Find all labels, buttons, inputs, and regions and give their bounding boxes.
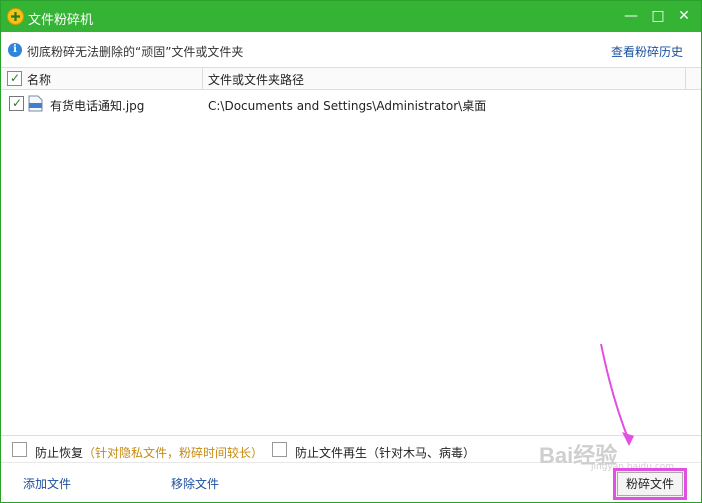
- checkmark-icon: ✓: [10, 71, 21, 85]
- column-divider[interactable]: [202, 68, 203, 89]
- column-divider[interactable]: [685, 68, 686, 89]
- prevent-recovery-checkbox[interactable]: [12, 442, 27, 457]
- title-bar[interactable]: 文件粉碎机 — □ ✕: [1, 1, 701, 32]
- prevent-regen-option[interactable]: 防止文件再生（针对木马、病毒）: [295, 444, 475, 461]
- prevent-regen-label: 防止文件再生: [295, 446, 368, 460]
- info-bar: i 彻底粉碎无法删除的“顽固”文件或文件夹 查看粉碎历史: [1, 32, 701, 67]
- shred-file-button-label: 粉碎文件: [617, 472, 683, 496]
- file-shredder-window: 文件粉碎机 — □ ✕ i 彻底粉碎无法删除的“顽固”文件或文件夹 查看粉碎历史…: [0, 0, 702, 503]
- info-text: 彻底粉碎无法删除的“顽固”文件或文件夹: [27, 45, 244, 59]
- info-icon: i: [8, 43, 22, 57]
- shred-file-button[interactable]: 粉碎文件: [613, 468, 687, 500]
- prevent-regen-note: （针对木马、病毒）: [367, 446, 476, 460]
- select-all-checkbox[interactable]: ✓: [7, 71, 22, 86]
- close-button[interactable]: ✕: [672, 6, 696, 26]
- window-title: 文件粉碎机: [28, 13, 94, 28]
- list-divider: [1, 435, 701, 436]
- file-name: 有货电话通知.jpg: [50, 99, 145, 113]
- row-checkbox[interactable]: ✓: [9, 96, 24, 111]
- prevent-recovery-label: 防止恢复: [35, 446, 84, 460]
- column-header-path[interactable]: 文件或文件夹路径: [208, 71, 304, 88]
- checkmark-icon: ✓: [12, 96, 23, 110]
- prevent-recovery-note: （针对隐私文件，粉碎时间较长）: [83, 446, 264, 460]
- file-list-header: ✓ 名称 文件或文件夹路径: [1, 67, 701, 90]
- jpg-file-icon: [28, 95, 43, 112]
- prevent-regen-checkbox[interactable]: [272, 442, 287, 457]
- maximize-button[interactable]: □: [646, 6, 670, 26]
- prevent-recovery-option[interactable]: 防止恢复（针对隐私文件，粉碎时间较长）: [35, 444, 263, 461]
- minimize-button[interactable]: —: [619, 6, 643, 26]
- table-row[interactable]: ✓ 有货电话通知.jpg C:\Documents and Settings\A…: [1, 94, 701, 114]
- remove-file-button[interactable]: 移除文件: [171, 475, 219, 492]
- column-header-name[interactable]: 名称: [27, 71, 51, 88]
- file-path: C:\Documents and Settings\Administrator\…: [208, 99, 487, 113]
- app-logo-icon: [7, 8, 24, 25]
- view-history-link[interactable]: 查看粉碎历史: [611, 43, 683, 60]
- add-file-button[interactable]: 添加文件: [23, 475, 71, 492]
